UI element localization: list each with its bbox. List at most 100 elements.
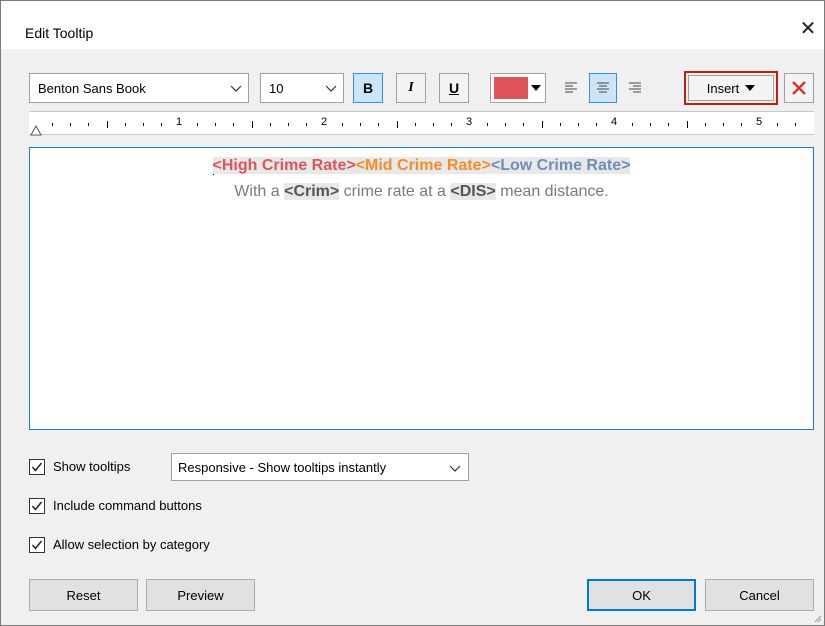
align-right-button[interactable]: [621, 73, 649, 103]
tooltip-mode-value: Responsive - Show tooltips instantly: [178, 459, 387, 475]
mid-crime-rate-field: <Mid Crime Rate>: [355, 157, 491, 175]
ruler-tick: [305, 122, 307, 126]
line2-text-mid: crime rate at a: [339, 183, 451, 200]
font-size-select[interactable]: 10: [260, 73, 344, 103]
ruler-tick: [197, 122, 199, 126]
title-bar: Edit Tooltip ✕: [1, 1, 824, 49]
cancel-button[interactable]: Cancel: [705, 579, 814, 611]
resize-grip-icon[interactable]: [812, 613, 822, 623]
ruler-tick: [559, 122, 561, 126]
ruler-tick: [360, 122, 362, 126]
ruler-tick: [414, 122, 416, 126]
tooltip-line-1: <High Crime Rate><Mid Crime Rate><Low Cr…: [30, 157, 813, 175]
ruler-tick: [577, 122, 579, 126]
line2-text-pre: With a: [234, 183, 285, 200]
preview-button[interactable]: Preview: [146, 579, 255, 611]
ruler-number: 3: [466, 116, 473, 128]
bold-button[interactable]: B: [353, 73, 383, 103]
low-crime-rate-field: <Low Crime Rate>: [490, 157, 631, 175]
ruler-tick: [632, 122, 634, 126]
align-center-button[interactable]: [589, 73, 617, 103]
ruler-tick: [595, 122, 597, 126]
ruler-number: 2: [321, 116, 328, 128]
ruler-tick: [795, 122, 797, 126]
underline-button[interactable]: U: [439, 73, 469, 103]
include-command-buttons-label[interactable]: Include command buttons: [53, 498, 202, 513]
text-color-button[interactable]: [490, 73, 546, 103]
ruler-tick: [704, 122, 706, 126]
ruler-number: 1: [176, 116, 183, 128]
chevron-down-icon: [449, 465, 461, 472]
font-size-value: 10: [269, 80, 284, 96]
allow-selection-by-category-checkbox[interactable]: [29, 537, 45, 553]
ruler-tick: [251, 120, 253, 128]
ruler-tick: [450, 122, 452, 126]
include-command-buttons-checkbox[interactable]: [29, 498, 45, 514]
chevron-down-icon: [230, 85, 242, 92]
ruler-tick: [378, 122, 380, 126]
ruler-tick: [505, 122, 507, 126]
ruler-number: 4: [611, 116, 618, 128]
ruler-tick: [160, 122, 162, 126]
align-left-button[interactable]: [557, 73, 585, 103]
show-tooltips-checkbox[interactable]: [29, 459, 45, 475]
font-family-value: Benton Sans Book: [38, 80, 146, 96]
ruler-tick: [740, 122, 742, 126]
align-left-icon: [565, 82, 577, 93]
close-icon[interactable]: ✕: [796, 19, 820, 43]
color-swatch: [494, 77, 528, 99]
checkmark-icon: [31, 540, 43, 550]
ruler-tick: [52, 122, 54, 126]
ruler-tick: [269, 122, 271, 126]
dialog-title: Edit Tooltip: [25, 25, 94, 41]
ruler-tick: [668, 122, 670, 126]
ruler-tick: [396, 120, 398, 128]
checkmark-icon: [31, 501, 43, 511]
chevron-down-icon: [325, 85, 337, 92]
align-center-icon: [597, 82, 609, 93]
ruler-tick: [342, 122, 344, 126]
color-dropdown-icon: [531, 85, 541, 91]
indent-marker-icon[interactable]: [30, 124, 42, 136]
ruler-tick: [124, 122, 126, 126]
line2-text-post: mean distance.: [495, 183, 609, 200]
dis-field: <DIS>: [450, 183, 496, 200]
align-right-icon: [629, 82, 641, 93]
ruler[interactable]: 1 2 3 4 5: [29, 111, 814, 136]
insert-button[interactable]: Insert: [688, 75, 774, 101]
ruler-tick: [722, 122, 724, 126]
red-x-icon: [792, 81, 806, 95]
allow-selection-by-category-label[interactable]: Allow selection by category: [53, 537, 210, 552]
ruler-tick: [142, 122, 144, 126]
font-family-select[interactable]: Benton Sans Book: [29, 73, 249, 103]
edit-tooltip-dialog: Edit Tooltip ✕ Benton Sans Book 10 B I U…: [0, 0, 825, 626]
ruler-tick: [233, 122, 235, 126]
ruler-number: 5: [756, 116, 763, 128]
ruler-tick: [650, 122, 652, 126]
tooltip-mode-select[interactable]: Responsive - Show tooltips instantly: [171, 453, 469, 481]
ruler-tick: [487, 122, 489, 126]
crim-field: <Crim>: [284, 183, 340, 200]
ok-button[interactable]: OK: [587, 579, 696, 611]
ruler-tick: [88, 122, 90, 126]
high-crime-rate-field: <High Crime Rate>: [212, 157, 356, 175]
clear-formatting-button[interactable]: [784, 73, 814, 103]
show-tooltips-label[interactable]: Show tooltips: [53, 459, 130, 474]
ruler-tick: [287, 122, 289, 126]
italic-button[interactable]: I: [396, 73, 426, 103]
ruler-tick: [70, 122, 72, 126]
insert-label: Insert: [706, 80, 740, 96]
checkmark-icon: [31, 462, 43, 472]
tooltip-line-2: With a <Crim> crime rate at a <DIS> mean…: [30, 183, 813, 201]
insert-button-highlight: Insert: [684, 71, 778, 105]
ruler-tick: [541, 120, 543, 128]
caret-down-icon: [745, 85, 756, 91]
ruler-tick: [106, 120, 108, 128]
ruler-tick: [523, 122, 525, 126]
tooltip-editor[interactable]: <High Crime Rate><Mid Crime Rate><Low Cr…: [29, 147, 814, 430]
ruler-tick: [777, 122, 779, 126]
ruler-tick: [215, 122, 217, 126]
ruler-tick: [432, 122, 434, 126]
ruler-tick: [686, 120, 688, 128]
reset-button[interactable]: Reset: [29, 579, 138, 611]
